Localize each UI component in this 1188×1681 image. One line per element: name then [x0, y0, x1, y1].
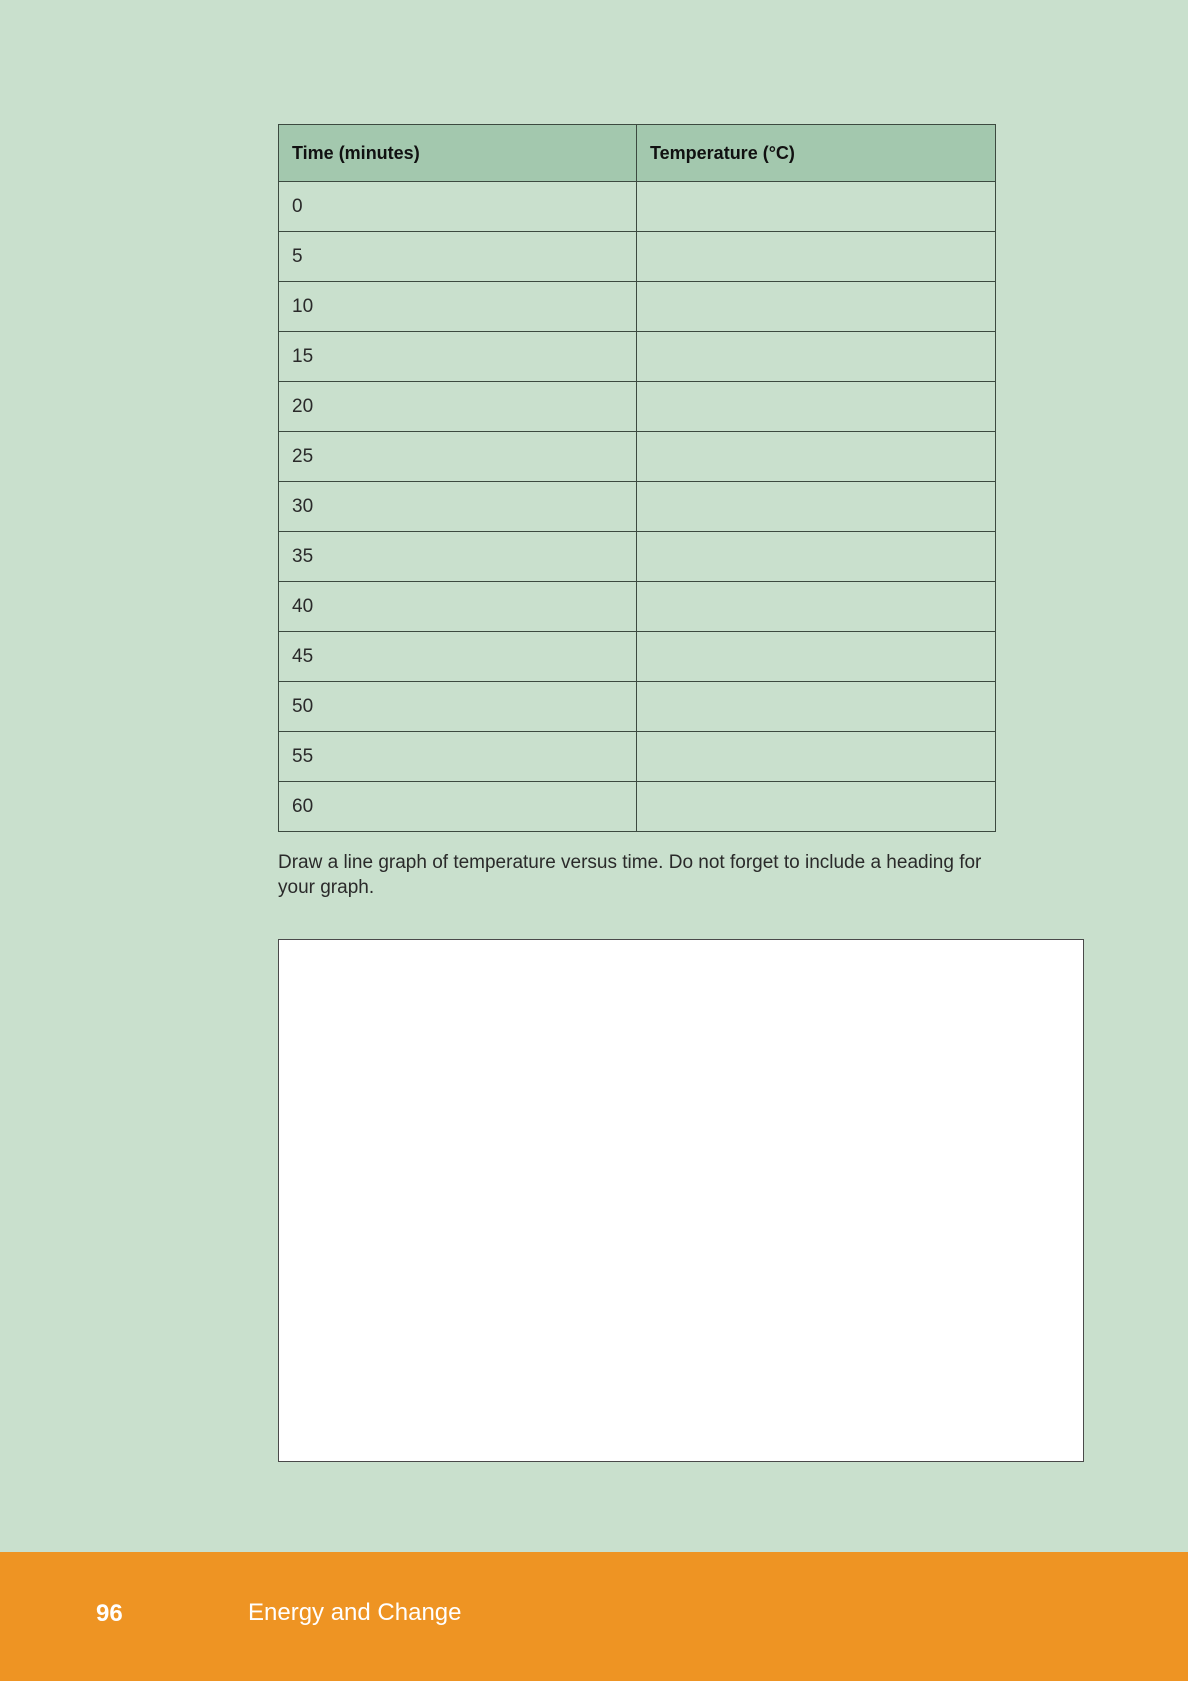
- time-cell: 30: [278, 481, 637, 532]
- table-row: 60: [278, 781, 996, 832]
- temperature-cell[interactable]: [636, 181, 996, 232]
- temperature-cell[interactable]: [636, 531, 996, 582]
- page-number: 96: [96, 1600, 123, 1627]
- time-cell: 55: [278, 731, 637, 782]
- column-header-time: Time (minutes): [278, 124, 637, 182]
- table-row: 55: [278, 731, 996, 782]
- temperature-cell[interactable]: [636, 781, 996, 832]
- temperature-cell[interactable]: [636, 381, 996, 432]
- temperature-cell[interactable]: [636, 481, 996, 532]
- temperature-cell[interactable]: [636, 231, 996, 282]
- time-cell: 60: [278, 781, 637, 832]
- table-row: 10: [278, 281, 996, 332]
- time-cell: 5: [278, 231, 637, 282]
- table-row: 5: [278, 231, 996, 282]
- table-row: 40: [278, 581, 996, 632]
- temperature-cell[interactable]: [636, 331, 996, 382]
- footer-bar: [0, 1552, 1188, 1681]
- temperature-cell[interactable]: [636, 681, 996, 732]
- time-cell: 45: [278, 631, 637, 682]
- table-row: 35: [278, 531, 996, 582]
- temperature-cell[interactable]: [636, 581, 996, 632]
- time-cell: 10: [278, 281, 637, 332]
- table-row: 25: [278, 431, 996, 482]
- table-header-row: Time (minutes) Temperature (°C): [278, 124, 996, 182]
- temperature-cell[interactable]: [636, 631, 996, 682]
- temperature-cell[interactable]: [636, 731, 996, 782]
- time-cell: 25: [278, 431, 637, 482]
- time-cell: 40: [278, 581, 637, 632]
- table-row: 20: [278, 381, 996, 432]
- table-row: 50: [278, 681, 996, 732]
- graph-instructions: Draw a line graph of temperature versus …: [278, 852, 982, 898]
- book-title: Energy and Change: [248, 1599, 462, 1626]
- table-row: 30: [278, 481, 996, 532]
- time-cell: 15: [278, 331, 637, 382]
- temperature-table: Time (minutes) Temperature (°C) 0 5 10 1…: [278, 124, 996, 832]
- time-cell: 35: [278, 531, 637, 582]
- table-row: 15: [278, 331, 996, 382]
- graph-drawing-area[interactable]: [278, 939, 1084, 1462]
- temperature-cell[interactable]: [636, 431, 996, 482]
- time-cell: 20: [278, 381, 637, 432]
- temperature-cell[interactable]: [636, 281, 996, 332]
- table-row: 45: [278, 631, 996, 682]
- time-cell: 50: [278, 681, 637, 732]
- time-cell: 0: [278, 181, 637, 232]
- table-row: 0: [278, 181, 996, 232]
- column-header-temperature: Temperature (°C): [636, 124, 996, 182]
